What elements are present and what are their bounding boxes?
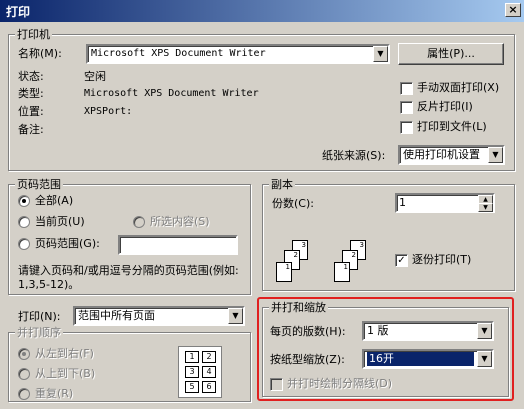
collate-label[interactable]: 逐份打印(T) xyxy=(412,253,471,267)
collate-checkbox[interactable]: ✓ xyxy=(395,254,408,267)
spin-down-icon[interactable]: ▼ xyxy=(478,203,493,212)
page-range-hint: 请键入页码和/或用逗号分隔的页码范围(例如: 1,3,5-12)。 xyxy=(18,264,239,291)
order-grid-cell: 3 xyxy=(185,366,199,378)
collate-page: 1 xyxy=(276,262,292,282)
window-title: 打印 xyxy=(6,5,31,19)
paper-source-label: 纸张来源(S): xyxy=(322,149,386,162)
print-what-select[interactable]: 范围中所有页面 ▼ xyxy=(73,306,245,326)
order-grid-cell: 1 xyxy=(185,351,199,363)
page-numbers-label[interactable]: 页码范围(G): xyxy=(35,237,100,251)
page-range-group-label: 页码范围 xyxy=(15,178,63,191)
paper-source-value: 使用打印机设置 xyxy=(403,148,480,161)
manual-duplex-label[interactable]: 手动双面打印(X) xyxy=(417,81,499,95)
copies-group-label: 副本 xyxy=(269,178,295,191)
selection-label: 所选内容(S) xyxy=(150,215,210,228)
repeat-radio[interactable] xyxy=(18,388,30,400)
top-to-bottom-label: 从上到下(B) xyxy=(35,367,96,380)
status-value: 空闲 xyxy=(84,70,106,83)
type-value: Microsoft XPS Document Writer xyxy=(84,88,259,99)
reverse-print-checkbox[interactable] xyxy=(400,101,413,114)
where-label: 位置: xyxy=(18,105,44,118)
print-to-file-checkbox[interactable] xyxy=(400,121,413,134)
paper-source-select[interactable]: 使用打印机设置 ▼ xyxy=(398,145,505,165)
left-to-right-radio[interactable] xyxy=(18,348,30,360)
type-label: 类型: xyxy=(18,87,44,100)
comment-label: 备注: xyxy=(18,123,44,136)
left-to-right-label: 从左到右(F) xyxy=(35,347,94,360)
chevron-down-icon[interactable]: ▼ xyxy=(488,147,503,163)
order-grid-cell: 4 xyxy=(202,366,216,378)
print-what-value: 范围中所有页面 xyxy=(78,309,155,322)
all-pages-radio[interactable] xyxy=(18,195,30,207)
printer-name-value: Microsoft XPS Document Writer xyxy=(91,48,266,59)
page-numbers-radio[interactable] xyxy=(18,238,30,250)
all-pages-label[interactable]: 全部(A) xyxy=(35,194,73,208)
collate-page: 1 xyxy=(334,262,350,282)
copies-count-label: 份数(C): xyxy=(272,197,314,210)
print-what-label: 打印(N): xyxy=(18,310,61,323)
title-bar: 打印 × xyxy=(0,0,524,22)
status-label: 状态: xyxy=(18,70,44,83)
order-grid-illustration: 1 2 3 4 5 6 xyxy=(178,346,222,398)
selection-radio[interactable] xyxy=(133,216,145,228)
copies-count-value: 1 xyxy=(399,196,406,209)
manual-duplex-checkbox[interactable] xyxy=(400,82,413,95)
print-to-file-label[interactable]: 打印到文件(L) xyxy=(417,120,487,134)
properties-button[interactable]: 属性(P)... xyxy=(398,43,504,65)
repeat-label: 重复(R) xyxy=(35,387,74,400)
page-numbers-input[interactable] xyxy=(118,235,238,255)
chevron-down-icon[interactable]: ▼ xyxy=(373,46,388,62)
printer-group-label: 打印机 xyxy=(15,28,52,41)
order-grid-cell: 5 xyxy=(185,381,199,393)
order-grid-cell: 2 xyxy=(202,351,216,363)
print-order-group-label: 并打顺序 xyxy=(15,326,63,339)
chevron-down-icon[interactable]: ▼ xyxy=(228,308,243,324)
reverse-print-label[interactable]: 反片打印(I) xyxy=(417,100,473,114)
where-value: XPSPort: xyxy=(84,106,133,117)
close-button[interactable]: × xyxy=(505,3,521,17)
copies-count-input[interactable]: 1 ▲ ▼ xyxy=(395,193,495,213)
printer-name-label: 名称(M): xyxy=(18,47,62,60)
current-page-radio[interactable] xyxy=(18,216,30,228)
top-to-bottom-radio[interactable] xyxy=(18,368,30,380)
current-page-label[interactable]: 当前页(U) xyxy=(35,215,85,229)
order-grid-cell: 6 xyxy=(202,381,216,393)
highlight-box xyxy=(257,297,514,401)
printer-name-select[interactable]: Microsoft XPS Document Writer ▼ xyxy=(86,44,390,64)
